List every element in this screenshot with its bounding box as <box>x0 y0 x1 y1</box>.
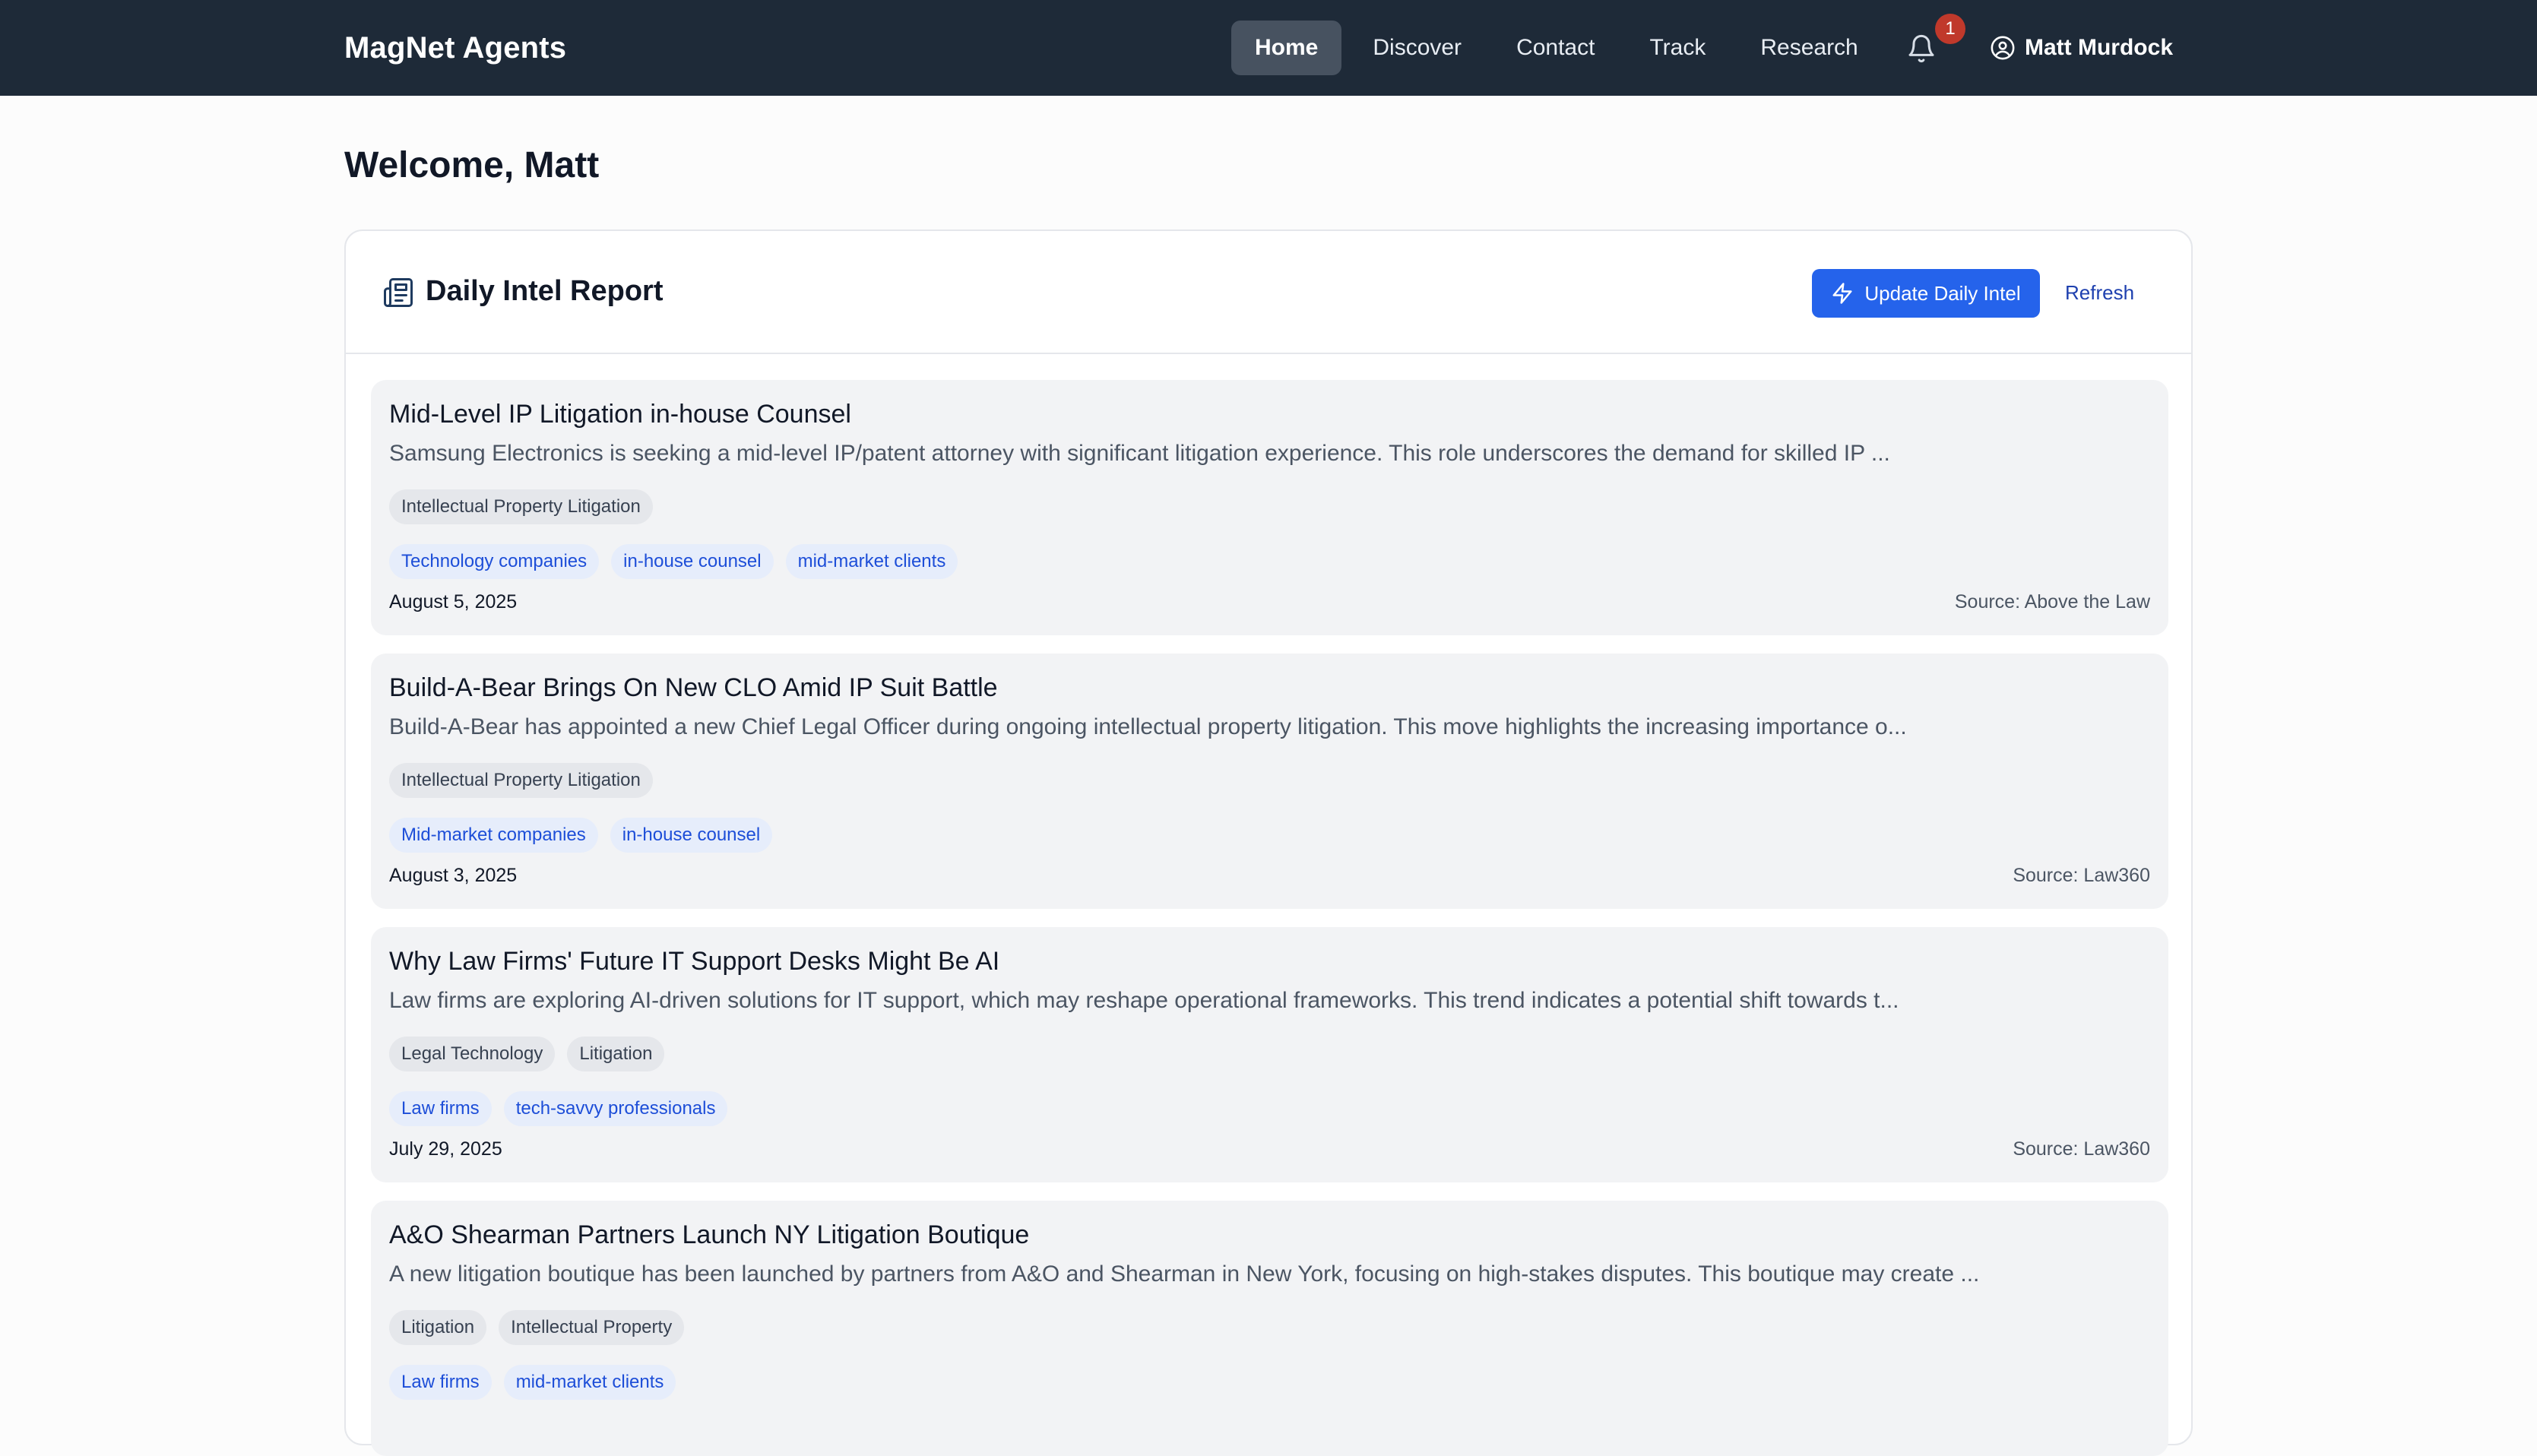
notification-badge: 1 <box>1935 14 1965 44</box>
nav-link-home[interactable]: Home <box>1231 21 1342 75</box>
card-header: Daily Intel Report Update Daily Intel Re… <box>346 231 2191 354</box>
intel-item-title[interactable]: Why Law Firms' Future IT Support Desks M… <box>389 947 999 976</box>
audience-tags: Technology companies in-house counsel mi… <box>389 544 970 579</box>
brand-logo-text[interactable]: MagNet Agents <box>344 0 566 96</box>
refresh-button[interactable]: Refresh <box>2065 281 2134 305</box>
topic-tags: Litigation Intellectual Property <box>389 1310 696 1345</box>
audience-tag[interactable]: mid-market clients <box>785 544 958 579</box>
topic-tag[interactable]: Litigation <box>389 1310 487 1345</box>
audience-tag[interactable]: Mid-market companies <box>389 818 598 853</box>
user-circle-icon <box>1991 36 2015 60</box>
intel-item-title[interactable]: Mid-Level IP Litigation in-house Counsel <box>389 400 851 429</box>
user-menu[interactable]: Matt Murdock <box>1990 27 2173 69</box>
intel-item-source: Source: Law360 <box>2013 1138 2150 1160</box>
audience-tag[interactable]: mid-market clients <box>503 1365 676 1400</box>
topic-tag[interactable]: Legal Technology <box>389 1037 556 1071</box>
intel-item[interactable]: Build-A-Bear Brings On New CLO Amid IP S… <box>371 654 2168 909</box>
nav-links: Home Discover Contact Track Research <box>1231 21 1889 75</box>
daily-intel-card: Daily Intel Report Update Daily Intel Re… <box>344 229 2193 1456</box>
intel-item-title[interactable]: A&O Shearman Partners Launch NY Litigati… <box>389 1220 1029 1250</box>
nav-link-research[interactable]: Research <box>1737 21 1881 75</box>
intel-item-source: Source: Above the Law <box>1954 591 2150 612</box>
audience-tags: Mid-market companies in-house counsel <box>389 818 784 853</box>
update-daily-intel-button[interactable]: Update Daily Intel <box>1812 269 2040 318</box>
intel-item[interactable]: A&O Shearman Partners Launch NY Litigati… <box>371 1201 2168 1456</box>
intel-item[interactable]: Why Law Firms' Future IT Support Desks M… <box>371 927 2168 1182</box>
audience-tag[interactable]: in-house counsel <box>611 544 774 579</box>
user-name: Matt Murdock <box>2025 35 2173 60</box>
audience-tag[interactable]: Law firms <box>389 1091 492 1126</box>
topic-tag[interactable]: Intellectual Property Litigation <box>389 763 653 798</box>
audience-tags: Law firms mid-market clients <box>389 1365 688 1400</box>
intel-item-date: August 5, 2025 <box>389 591 518 612</box>
nav-link-discover[interactable]: Discover <box>1349 21 1485 75</box>
topic-tags: Intellectual Property Litigation <box>389 763 665 798</box>
intel-item-date: July 29, 2025 <box>389 1138 502 1160</box>
audience-tag[interactable]: Technology companies <box>389 544 600 579</box>
intel-item-summary: Law firms are exploring AI-driven soluti… <box>389 988 1899 1013</box>
audience-tags: Law firms tech-savvy professionals <box>389 1091 740 1126</box>
topic-tag[interactable]: Intellectual Property Litigation <box>389 489 653 524</box>
newspaper-icon <box>384 278 413 307</box>
nav-link-contact[interactable]: Contact <box>1493 21 1618 75</box>
top-navbar: MagNet Agents Home Discover Contact Trac… <box>0 0 2537 96</box>
intel-item-summary: Samsung Electronics is seeking a mid-lev… <box>389 441 1890 466</box>
intel-item-date: August 3, 2025 <box>389 865 518 886</box>
intel-item-source: Source: Law360 <box>2013 865 2150 886</box>
audience-tag[interactable]: Law firms <box>389 1365 492 1400</box>
audience-tag[interactable]: tech-savvy professionals <box>503 1091 728 1126</box>
bell-icon[interactable] <box>1906 33 1937 64</box>
topic-tags: Legal Technology Litigation <box>389 1037 676 1071</box>
intel-item[interactable]: Mid-Level IP Litigation in-house Counsel… <box>371 380 2168 635</box>
topic-tag[interactable]: Intellectual Property <box>499 1310 685 1345</box>
intel-item-summary: Build-A-Bear has appointed a new Chief L… <box>389 714 1907 739</box>
intel-item-summary: A new litigation boutique has been launc… <box>389 1261 1980 1287</box>
topic-tags: Intellectual Property Litigation <box>389 489 665 524</box>
update-button-label: Update Daily Intel <box>1864 281 2021 305</box>
audience-tag[interactable]: in-house counsel <box>610 818 773 853</box>
intel-item-title[interactable]: Build-A-Bear Brings On New CLO Amid IP S… <box>389 673 998 703</box>
nav-link-track[interactable]: Track <box>1626 21 1729 75</box>
card-title: Daily Intel Report <box>426 275 664 307</box>
lightning-icon <box>1832 283 1852 304</box>
page-title: Welcome, Matt <box>344 145 600 185</box>
topic-tag[interactable]: Litigation <box>567 1037 665 1071</box>
